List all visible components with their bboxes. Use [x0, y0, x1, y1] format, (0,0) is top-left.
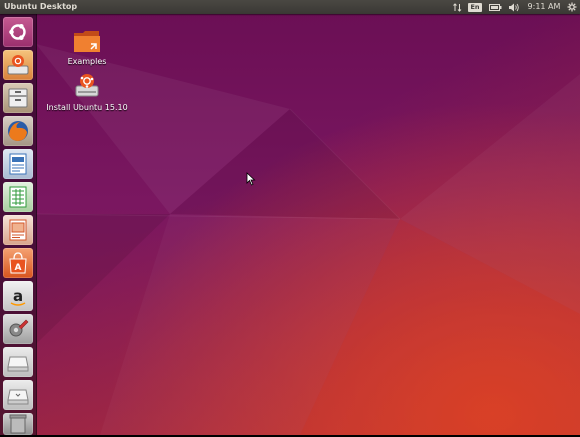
drive-icon [7, 389, 29, 405]
svg-text:A: A [15, 263, 22, 273]
desktop-icon-install-ubuntu[interactable]: Install Ubuntu 15.10 [46, 72, 128, 112]
launcher-trash[interactable] [3, 413, 33, 435]
writer-document-icon [9, 153, 27, 175]
session-gear-icon[interactable] [565, 0, 578, 14]
keyboard-layout-label: En [468, 2, 482, 12]
window-title: Ubuntu Desktop [4, 2, 78, 11]
launcher-install-ubuntu[interactable] [3, 50, 33, 80]
svg-text:a: a [13, 287, 23, 305]
desktop-background[interactable]: Examples Install Ubuntu 15.10 [0, 14, 580, 435]
install-ubuntu-icon [7, 55, 29, 75]
launcher-libreoffice-calc[interactable] [3, 182, 33, 212]
keyboard-layout-indicator[interactable]: En [468, 0, 482, 14]
mouse-pointer-icon [246, 172, 256, 186]
launcher-drive-2[interactable] [3, 380, 33, 410]
install-ubuntu-icon [75, 74, 99, 97]
launcher-drive[interactable] [3, 347, 33, 377]
firefox-icon [8, 121, 28, 141]
trash-icon [9, 414, 27, 434]
calc-spreadsheet-icon [9, 186, 27, 208]
launcher-system-settings[interactable] [3, 314, 33, 344]
drive-icon [7, 356, 29, 372]
top-panel: Ubuntu Desktop En 9:11 AM [0, 0, 580, 14]
launcher-libreoffice-impress[interactable] [3, 215, 33, 245]
volume-icon[interactable] [507, 0, 521, 14]
folder-icon [74, 31, 100, 52]
launcher: A a [0, 14, 37, 435]
amazon-icon: a [10, 287, 26, 306]
battery-icon[interactable] [487, 0, 503, 14]
launcher-files[interactable] [3, 83, 33, 113]
ubuntu-logo-icon [9, 24, 26, 40]
launcher-amazon[interactable]: a [3, 281, 33, 311]
desktop-icon-label: Examples [67, 57, 107, 66]
clock[interactable]: 9:11 AM [524, 0, 564, 14]
desktop-icon-examples[interactable]: Examples [62, 28, 112, 66]
file-cabinet-icon [8, 88, 28, 108]
network-icon[interactable] [451, 0, 463, 14]
launcher-firefox[interactable] [3, 116, 33, 146]
launcher-libreoffice-writer[interactable] [3, 149, 33, 179]
impress-presentation-icon [9, 219, 27, 241]
desktop-icon-label: Install Ubuntu 15.10 [46, 103, 128, 112]
settings-gear-wrench-icon [9, 319, 29, 337]
launcher-ubuntu-software-center[interactable]: A [3, 248, 33, 278]
launcher-dash-home[interactable] [3, 17, 33, 47]
software-bag-icon: A [9, 252, 27, 274]
